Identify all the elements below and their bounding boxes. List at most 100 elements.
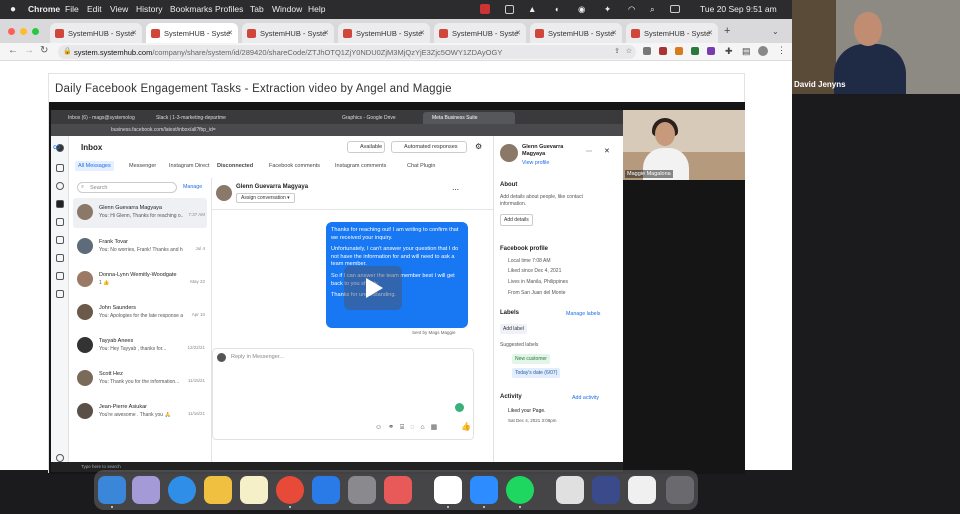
slack-icon[interactable]	[434, 476, 462, 504]
menu-file[interactable]: File	[65, 4, 79, 14]
extension-icon[interactable]	[675, 47, 683, 55]
microphone-icon[interactable]: ◖	[554, 4, 559, 14]
automated-responses-button: Automated responses	[391, 141, 467, 153]
label-chip: New customer	[512, 354, 550, 364]
address-bar[interactable]: 🔒 system.systemhub.com/company/share/sys…	[58, 45, 636, 59]
contact-name: John Saunders	[99, 305, 136, 311]
back-button[interactable]: ←	[8, 45, 18, 56]
close-tab-icon[interactable]: ✕	[707, 29, 713, 37]
assistant-icon	[455, 403, 464, 412]
message-time: Jul 4	[195, 246, 205, 251]
new-tab-button[interactable]: +	[724, 25, 730, 37]
extension-icon[interactable]	[643, 47, 651, 55]
menu-edit[interactable]: Edit	[87, 4, 102, 14]
extension-icon[interactable]	[691, 47, 699, 55]
zoom-window-button[interactable]	[32, 28, 39, 35]
safari-icon[interactable]	[168, 476, 196, 504]
contact-name: Glenn Guevarra Magyaya	[99, 205, 162, 211]
browser-tab[interactable]: SystemHUB - Syste ✕	[530, 23, 622, 43]
tab-chat-plugin: Chat Plugin	[407, 163, 436, 169]
close-tab-icon[interactable]: ✕	[419, 29, 425, 37]
chrome-menu-icon[interactable]: ⋮	[777, 45, 786, 56]
address-host: system.systemhub.com	[74, 48, 153, 57]
search-icon[interactable]: ⌕	[650, 4, 655, 15]
available-button: Available	[347, 141, 385, 153]
trash-icon[interactable]	[666, 476, 694, 504]
message-time: Apr 10	[191, 312, 205, 317]
close-window-button[interactable]	[8, 28, 15, 35]
menu-profiles[interactable]: Profiles	[215, 4, 243, 14]
tab-search-icon[interactable]: ⌄	[772, 27, 779, 36]
reload-button[interactable]: ↻	[40, 45, 48, 56]
video-player[interactable]: Inbox (6) - mags@systemolog Slack | 1-3-…	[49, 102, 745, 474]
menu-help[interactable]: Help	[308, 4, 325, 14]
app-store-icon[interactable]	[312, 476, 340, 504]
close-tab-icon[interactable]: ✕	[227, 29, 233, 37]
browser-tab-active[interactable]: SystemHUB - Syste ✕	[146, 23, 238, 43]
running-indicator	[111, 506, 113, 508]
system-settings-icon[interactable]	[348, 476, 376, 504]
label-chip: Today's date (6/07)	[512, 368, 561, 378]
photos-icon[interactable]	[204, 476, 232, 504]
menu-history[interactable]: History	[136, 4, 162, 14]
play-icon[interactable]	[344, 266, 402, 310]
spotify-icon[interactable]	[506, 476, 534, 504]
menu-view[interactable]: View	[110, 4, 128, 14]
document-icon[interactable]	[556, 476, 584, 504]
close-tab-icon[interactable]: ✕	[515, 29, 521, 37]
running-indicator	[519, 506, 521, 508]
facebook-profile-heading: Facebook profile	[500, 246, 549, 252]
browser-tab[interactable]: SystemHUB - Syste ✕	[338, 23, 430, 43]
bookmark-star-icon[interactable]: ☆	[626, 47, 632, 55]
activity-heading: Activity	[500, 394, 522, 400]
browser-tab[interactable]: SystemHUB - Syste ✕	[50, 23, 142, 43]
tab-label: SystemHUB - Syste	[644, 29, 711, 38]
share-icon[interactable]: ⇪	[614, 47, 620, 55]
status-app-icon[interactable]	[480, 4, 490, 14]
local-time: Local time 7:08 AM	[508, 258, 551, 264]
window-thumbnail-icon[interactable]	[592, 476, 620, 504]
close-tab-icon[interactable]: ✕	[131, 29, 137, 37]
notes-icon[interactable]	[240, 476, 268, 504]
zoom-icon[interactable]	[470, 476, 498, 504]
wifi-icon[interactable]: ◠	[628, 4, 635, 15]
presenter-name-label: David Jenyns	[794, 80, 846, 89]
sidebar-icon[interactable]: ▤	[742, 46, 751, 57]
app-icon[interactable]	[384, 476, 412, 504]
minimize-window-button[interactable]	[20, 28, 27, 35]
close-tab-icon[interactable]: ✕	[323, 29, 329, 37]
settings-icon[interactable]: ✦	[604, 4, 611, 15]
avatar	[77, 238, 93, 254]
notifications-icon	[56, 182, 64, 190]
menu-bookmarks[interactable]: Bookmarks	[170, 4, 213, 14]
apple-icon[interactable]: ●	[10, 4, 16, 15]
window-thumbnail-icon[interactable]	[628, 476, 656, 504]
launchpad-icon[interactable]	[132, 476, 160, 504]
control-center-icon[interactable]	[670, 5, 680, 13]
chrome-icon[interactable]	[276, 476, 304, 504]
extension-icon[interactable]	[707, 47, 715, 55]
extensions-puzzle-icon[interactable]: ✚	[725, 46, 733, 57]
menu-tab[interactable]: Tab	[250, 4, 264, 14]
close-tab-icon[interactable]: ✕	[611, 29, 617, 37]
menu-window[interactable]: Window	[272, 4, 302, 14]
automated-label: Automated responses	[404, 144, 458, 150]
message-preview: You're awesome . Thank you 🙏	[99, 412, 171, 418]
finder-icon[interactable]	[98, 476, 126, 504]
list-item: Scott Hez You: Thank you for the informat…	[73, 364, 207, 394]
extension-icon[interactable]	[659, 47, 667, 55]
status-app-icon[interactable]: ▲	[528, 4, 536, 14]
profile-avatar[interactable]	[758, 46, 768, 56]
browser-tab[interactable]: SystemHUB - Syste ✕	[242, 23, 334, 43]
record-icon[interactable]: ◉	[578, 4, 585, 15]
browser-tab[interactable]: SystemHUB - Syste ✕	[434, 23, 526, 43]
status-app-icon[interactable]	[505, 5, 514, 14]
suggested-labels-heading: Suggested labels	[500, 342, 539, 348]
menu-app[interactable]: Chrome	[28, 4, 60, 14]
menubar-clock[interactable]: Tue 20 Sep 9:51 am	[700, 4, 777, 14]
forward-button[interactable]: →	[24, 45, 34, 56]
posts-icon	[56, 218, 64, 226]
sent-by-label: Sent by Mags Maggie	[412, 330, 456, 335]
message-preview: You: Hi Glenn, Thanks for reaching o...	[99, 213, 183, 219]
browser-tab[interactable]: SystemHUB - Syste ✕	[626, 23, 718, 43]
